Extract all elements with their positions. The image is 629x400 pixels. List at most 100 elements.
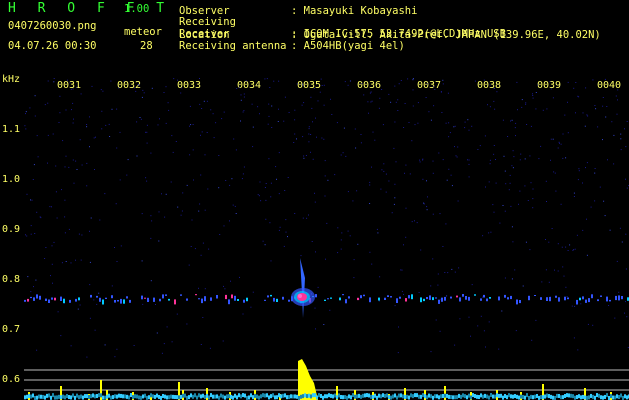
baseline-segment xyxy=(110,395,112,400)
noise-dot xyxy=(530,125,532,127)
noise-dot xyxy=(519,159,521,161)
noise-dot xyxy=(312,121,313,123)
noise-dot xyxy=(485,186,486,188)
noise-dot xyxy=(199,103,201,105)
noise-dot xyxy=(327,179,329,181)
noise-dot xyxy=(235,149,237,151)
noise-dot xyxy=(454,125,456,127)
noise-dot xyxy=(161,193,162,195)
baseline-segment xyxy=(290,394,292,399)
baseline-segment xyxy=(74,395,76,400)
noise-dot xyxy=(606,106,608,107)
noise-dot xyxy=(173,78,175,80)
noise-dot xyxy=(242,111,244,113)
baseline-segment xyxy=(60,395,62,400)
noise-dot xyxy=(72,122,74,124)
noise-dot xyxy=(101,128,103,130)
baseline-segment xyxy=(614,395,616,400)
noise-dot xyxy=(198,287,199,289)
noise-dot xyxy=(376,228,378,230)
y-tick-label: 0.8 xyxy=(2,274,21,285)
noise-dot xyxy=(485,346,486,348)
noise-dot xyxy=(311,241,313,242)
noise-dot xyxy=(555,190,557,192)
noise-dot xyxy=(34,95,36,97)
carrier-segment xyxy=(444,296,446,301)
baseline-segment xyxy=(518,395,520,400)
noise-dot xyxy=(468,316,470,318)
noise-dot xyxy=(604,78,606,80)
noise-dot xyxy=(426,83,428,85)
noise-dot xyxy=(308,128,310,130)
noise-dot xyxy=(64,166,66,168)
carrier-segment xyxy=(69,299,71,303)
noise-dot xyxy=(104,344,106,346)
noise-dot xyxy=(592,79,594,81)
noise-dot xyxy=(337,252,339,254)
noise-dot xyxy=(81,234,83,236)
noise-dot xyxy=(483,330,485,332)
baseline-segment xyxy=(420,394,422,399)
noise-dot xyxy=(120,245,122,247)
noise-dot xyxy=(442,79,444,81)
noise-dot xyxy=(439,213,441,215)
baseline-segment xyxy=(152,394,154,399)
noise-dot xyxy=(560,203,562,205)
noise-dot xyxy=(395,101,397,103)
baseline-segment xyxy=(212,394,214,399)
carrier-segment xyxy=(186,298,188,301)
baseline-segment xyxy=(166,395,168,400)
noise-dot xyxy=(312,158,314,160)
baseline-segment xyxy=(364,393,366,398)
carrier-segment xyxy=(342,294,344,296)
baseline-segment xyxy=(348,394,350,399)
noise-dot xyxy=(303,157,305,159)
noise-dot xyxy=(446,295,448,297)
noise-dot xyxy=(150,280,152,282)
baseline-segment xyxy=(28,393,30,398)
noise-dot xyxy=(456,156,458,158)
baseline-segment xyxy=(602,395,604,400)
baseline-segment xyxy=(300,394,302,399)
carrier-segment xyxy=(180,294,182,296)
noise-dot xyxy=(127,159,129,161)
noise-dot xyxy=(614,317,616,319)
noise-dot xyxy=(482,296,484,298)
noise-dot xyxy=(603,200,605,202)
noise-dot xyxy=(437,284,439,286)
noise-dot xyxy=(47,134,49,136)
noise-dot xyxy=(324,160,326,162)
noise-dot xyxy=(468,163,470,165)
baseline-segment xyxy=(286,395,288,400)
noise-dot xyxy=(602,105,604,107)
baseline-segment xyxy=(196,395,198,400)
baseline-segment xyxy=(242,393,244,398)
noise-dot xyxy=(378,107,380,109)
noise-dot xyxy=(111,108,113,110)
noise-dot xyxy=(349,80,351,82)
baseline-segment xyxy=(202,393,204,398)
noise-dot xyxy=(52,282,53,284)
noise-dot xyxy=(104,193,106,195)
noise-dot xyxy=(394,121,396,123)
noise-dot xyxy=(190,246,192,247)
noise-dot xyxy=(492,204,494,206)
carrier-segment xyxy=(45,298,47,301)
noise-dot xyxy=(53,78,55,79)
noise-dot xyxy=(278,229,280,231)
carrier-segment xyxy=(147,297,149,302)
noise-dot xyxy=(64,199,66,201)
baseline-segment xyxy=(592,394,594,399)
noise-dot xyxy=(493,211,495,213)
noise-dot xyxy=(175,141,177,142)
noise-dot xyxy=(90,217,92,219)
noise-dot xyxy=(532,207,534,209)
noise-dot xyxy=(371,166,372,168)
carrier-segment xyxy=(96,295,98,298)
noise-dot xyxy=(353,259,355,261)
noise-dot xyxy=(62,140,64,142)
carrier-segment xyxy=(228,299,230,305)
baseline-segment xyxy=(534,394,536,399)
baseline-segment xyxy=(504,394,506,399)
baseline-segment xyxy=(598,393,600,398)
